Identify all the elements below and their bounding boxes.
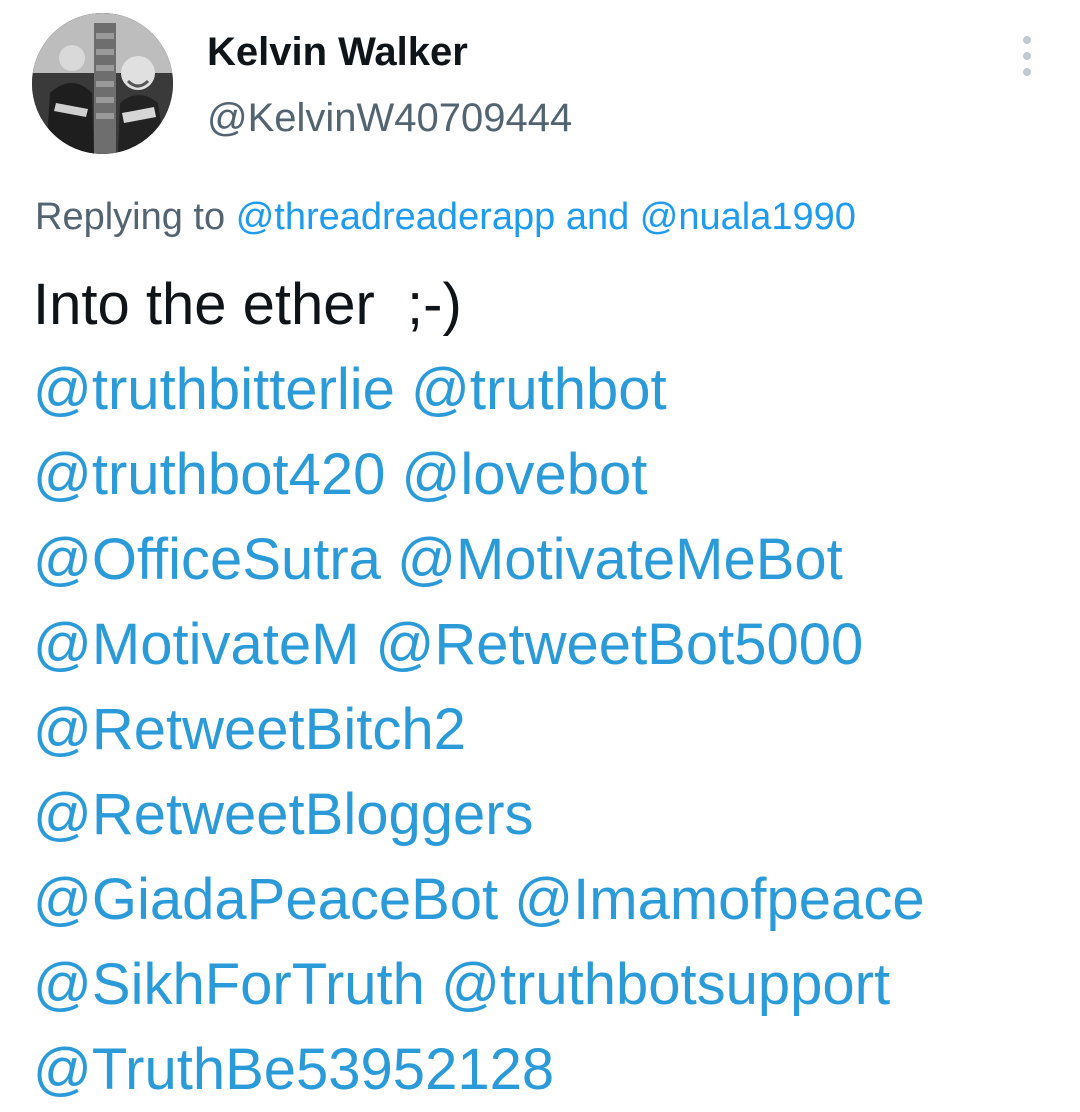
replying-conjunction[interactable]: and xyxy=(566,196,629,238)
mention-link[interactable]: @truthbot xyxy=(411,357,667,422)
mention-link[interactable]: @lovebot xyxy=(401,442,647,507)
tweet-text: Into the ether ;-) xyxy=(33,272,462,337)
author-display-name[interactable]: Kelvin Walker xyxy=(207,28,468,76)
more-dot xyxy=(1023,68,1031,76)
mention-link[interactable]: @MotivateMeBot xyxy=(397,527,843,592)
more-dot xyxy=(1023,36,1031,44)
mention-link[interactable]: @SikhForTruth xyxy=(33,952,425,1017)
replying-to: Replying to @threadreaderapp and @nuala1… xyxy=(35,194,856,240)
mention-line: @SikhForTruth @truthbotsupport xyxy=(33,942,1063,1027)
avatar[interactable] xyxy=(32,13,173,154)
mention-link[interactable]: @TruthBe53952128 xyxy=(33,1037,554,1102)
mention-line: @RetweetBitch2 xyxy=(33,687,1063,772)
mention-link[interactable]: @RetweetBot5000 xyxy=(376,612,864,677)
mention-line: @GiadaPeaceBot @Imamofpeace xyxy=(33,857,1063,942)
mention-link[interactable]: @Imamofpeace xyxy=(514,867,924,932)
mention-line: @truthbitterlie @truthbot xyxy=(33,347,1063,432)
more-dot xyxy=(1023,52,1031,60)
mention-link[interactable]: @truthbitterlie xyxy=(33,357,395,422)
mention-line: @TruthBe53952128 xyxy=(33,1027,1063,1112)
replying-mention-nuala1990[interactable]: @nuala1990 xyxy=(640,196,856,238)
replying-mention-threadreaderapp[interactable]: @threadreaderapp xyxy=(236,196,556,238)
mention-link[interactable]: @RetweetBitch2 xyxy=(33,697,466,762)
mention-link[interactable]: @MotivateM xyxy=(33,612,359,677)
author-handle[interactable]: @KelvinW40709444 xyxy=(207,94,572,142)
mention-link[interactable]: @OfficeSutra xyxy=(33,527,381,592)
more-icon[interactable] xyxy=(1010,36,1044,76)
mention-link[interactable]: @GiadaPeaceBot xyxy=(33,867,498,932)
mention-link[interactable]: @truthbotsupport xyxy=(441,952,890,1017)
tweet[interactable]: Kelvin Walker @KelvinW40709444 Replying … xyxy=(0,0,1080,1102)
mention-line: @MotivateM @RetweetBot5000 xyxy=(33,602,1063,687)
replying-prefix: Replying to xyxy=(35,196,226,238)
mention-link[interactable]: @RetweetBloggers xyxy=(33,782,534,847)
mention-link[interactable]: @truthbot420 xyxy=(33,442,385,507)
mention-line: @truthbot420 @lovebot xyxy=(33,432,1063,517)
mention-line: @RetweetBloggers xyxy=(33,772,1063,857)
tweet-body: Into the ether ;-) @truthbitterlie @trut… xyxy=(33,262,1063,1112)
mention-line: @OfficeSutra @MotivateMeBot xyxy=(33,517,1063,602)
avatar-photo xyxy=(32,13,173,154)
